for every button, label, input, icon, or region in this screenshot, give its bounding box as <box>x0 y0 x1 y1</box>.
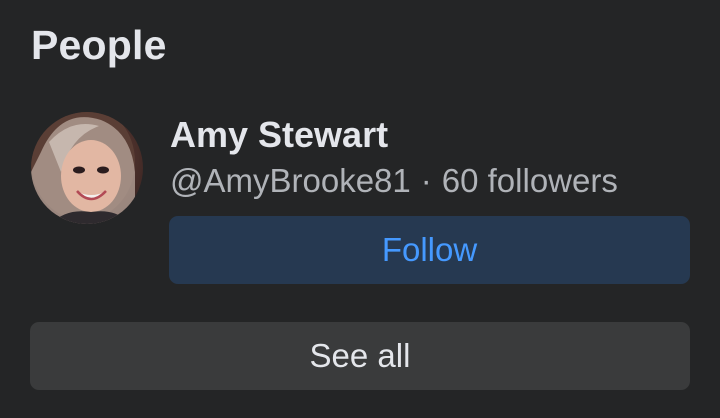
avatar-photo-icon <box>31 112 135 224</box>
follow-button[interactable]: Follow <box>169 216 690 284</box>
section-title: People <box>31 22 167 68</box>
person-meta: @AmyBrooke81 · 60 followers <box>170 162 618 200</box>
see-all-button[interactable]: See all <box>30 322 690 390</box>
avatar[interactable] <box>31 112 143 224</box>
follower-count: 60 followers <box>441 162 618 199</box>
people-card: People Amy Stewart @AmyBrooke81 · 60 fol… <box>0 0 720 418</box>
person-name[interactable]: Amy Stewart <box>170 114 388 156</box>
person-handle: @AmyBrooke81 <box>170 162 411 199</box>
person-result: Amy Stewart @AmyBrooke81 · 60 followers Fo… <box>0 100 720 300</box>
meta-separator: · <box>420 162 432 199</box>
